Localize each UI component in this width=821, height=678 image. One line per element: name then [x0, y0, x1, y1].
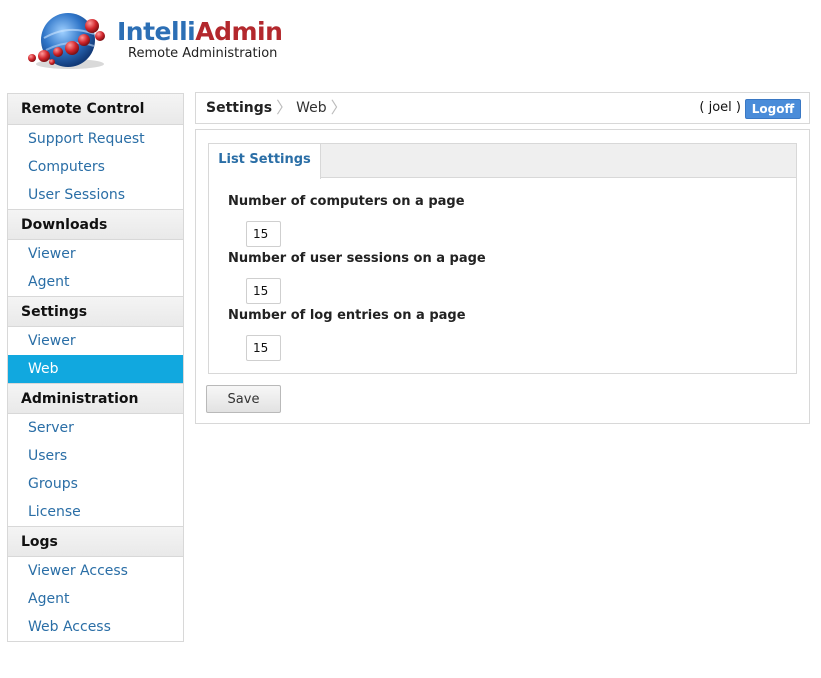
logoff-button[interactable]: Logoff [745, 99, 801, 119]
log-entries-per-page-input[interactable] [246, 335, 281, 361]
sidebar-item-support-request[interactable]: Support Request [8, 125, 183, 153]
sidebar-item-logs-agent[interactable]: Agent [8, 585, 183, 613]
sidebar-item-settings-viewer[interactable]: Viewer [8, 327, 183, 355]
tab-container: List Settings Number of computers on a p… [208, 143, 797, 374]
sidebar-item-settings-web[interactable]: Web [8, 355, 183, 383]
breadcrumb-item-settings[interactable]: Settings [206, 93, 272, 123]
sidebar-nav: Remote Control Support Request Computers… [7, 93, 184, 642]
top-bar: Settings 〉 Web 〉 ( joel ) Logoff [195, 92, 810, 124]
tab-strip: List Settings [209, 144, 796, 179]
current-user: ( joel ) [699, 100, 741, 115]
sidebar-item-downloads-agent[interactable]: Agent [8, 268, 183, 296]
logo-subtitle: Remote Administration [128, 46, 278, 61]
sidebar-item-downloads-viewer[interactable]: Viewer [8, 240, 183, 268]
computers-per-page-label: Number of computers on a page [228, 194, 465, 209]
sidebar-section-logs: Logs [8, 526, 183, 557]
breadcrumb-item-web: Web [296, 100, 327, 116]
sidebar-item-viewer-access[interactable]: Viewer Access [8, 557, 183, 585]
breadcrumb: Settings 〉 Web 〉 [206, 93, 351, 123]
log-entries-per-page-label: Number of log entries on a page [228, 308, 466, 323]
sidebar-item-web-access[interactable]: Web Access [8, 613, 183, 641]
sidebar-item-license[interactable]: License [8, 498, 183, 526]
user-sessions-per-page-input[interactable] [246, 278, 281, 304]
sidebar-item-users[interactable]: Users [8, 442, 183, 470]
logo-wordmark-part1: Intelli [117, 17, 196, 46]
sidebar-section-administration: Administration [8, 383, 183, 414]
user-sessions-per-page-label: Number of user sessions on a page [228, 251, 486, 266]
settings-panel: List Settings Number of computers on a p… [195, 129, 810, 424]
breadcrumb-chevron-icon: 〉 [330, 98, 347, 117]
sidebar-item-groups[interactable]: Groups [8, 470, 183, 498]
save-button[interactable]: Save [206, 385, 281, 413]
sidebar-item-computers[interactable]: Computers [8, 153, 183, 181]
logo-wordmark: IntelliAdmin [117, 16, 283, 48]
logo-wordmark-part2: Admin [195, 17, 283, 46]
sidebar-item-server[interactable]: Server [8, 414, 183, 442]
sidebar-section-downloads: Downloads [8, 209, 183, 240]
computers-per-page-input[interactable] [246, 221, 281, 247]
sidebar-section-settings: Settings [8, 296, 183, 327]
sidebar-section-remote-control: Remote Control [8, 94, 183, 125]
breadcrumb-chevron-icon: 〉 [276, 98, 293, 117]
sidebar-item-user-sessions[interactable]: User Sessions [8, 181, 183, 209]
app-logo: IntelliAdmin Remote Administration [22, 10, 302, 72]
tab-list-settings[interactable]: List Settings [209, 144, 321, 179]
globe-logo-icon [28, 13, 105, 69]
